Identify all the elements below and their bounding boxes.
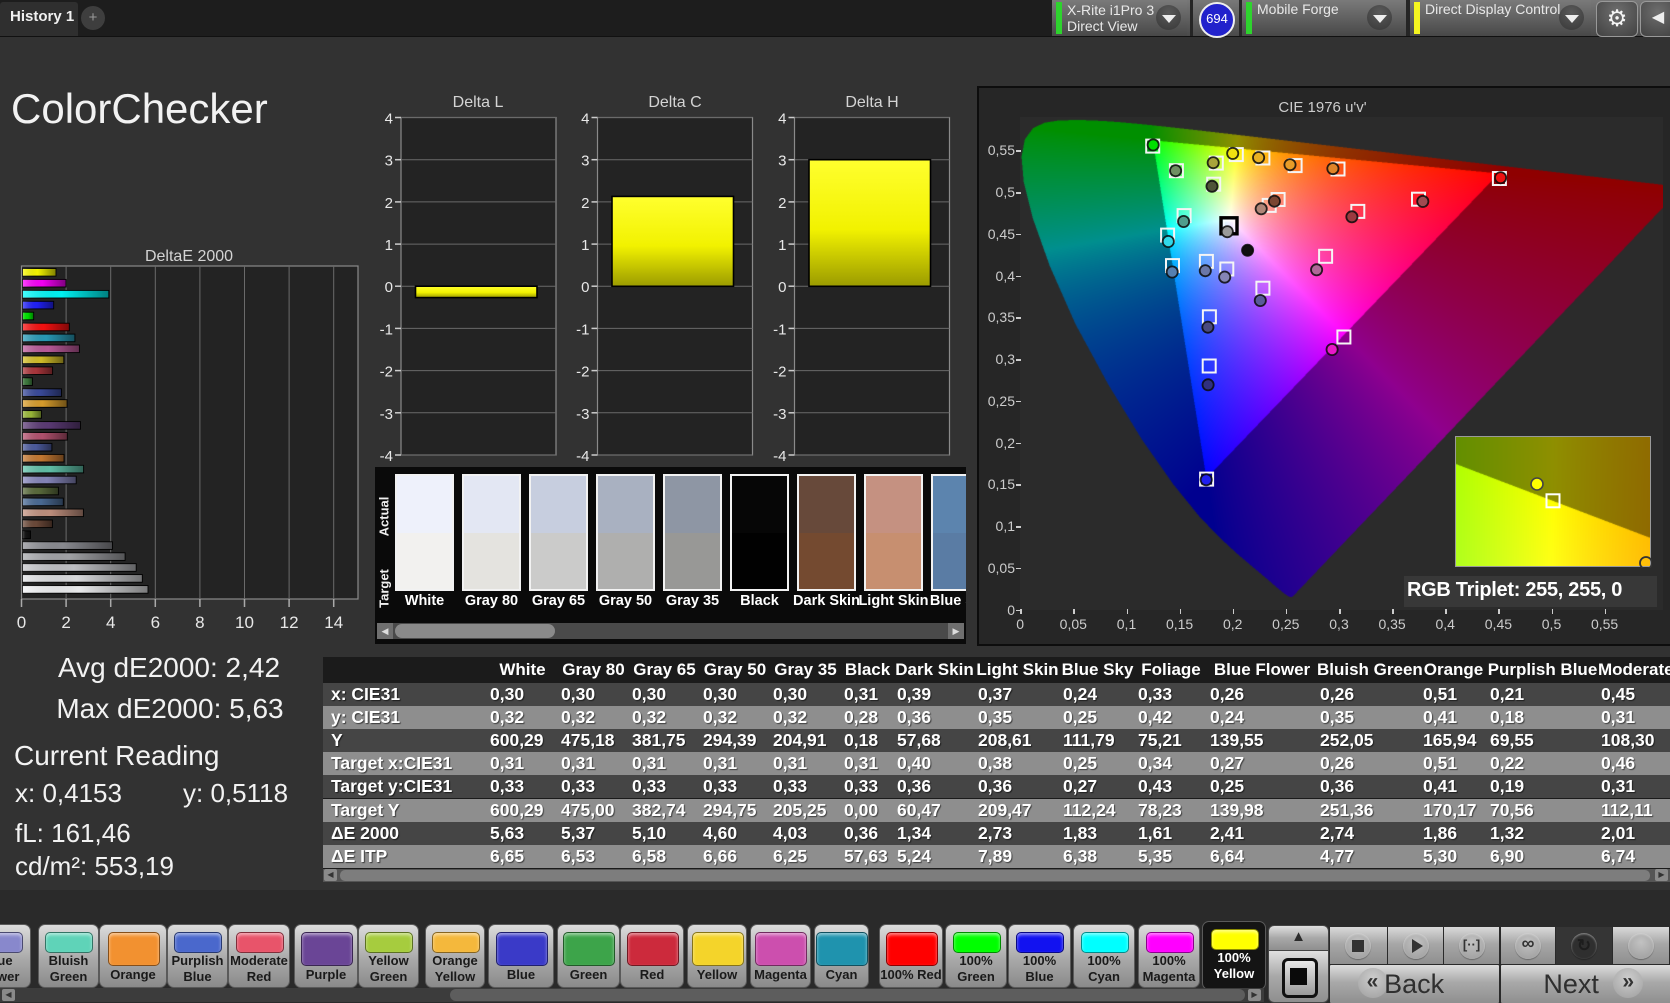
svg-text:-1: -1 [576,321,589,338]
svg-text:4: 4 [581,111,589,128]
svg-text:Delta C: Delta C [648,94,701,111]
svg-text:DeltaE 2000: DeltaE 2000 [145,248,233,265]
svg-text:0: 0 [385,279,393,296]
svg-text:4: 4 [106,613,115,632]
svg-text:8: 8 [195,613,204,632]
svg-text:0: 0 [17,613,26,632]
svg-text:2: 2 [385,195,393,212]
svg-text:-2: -2 [380,364,393,381]
svg-text:Delta L: Delta L [453,94,504,111]
svg-text:-3: -3 [773,406,786,423]
svg-text:-4: -4 [380,448,393,465]
svg-text:10: 10 [235,613,254,632]
svg-text:Delta H: Delta H [845,94,898,111]
svg-text:-3: -3 [380,406,393,423]
svg-text:3: 3 [778,153,786,170]
svg-text:2: 2 [778,195,786,212]
svg-text:-1: -1 [380,321,393,338]
svg-text:-2: -2 [576,364,589,381]
svg-text:6: 6 [151,613,160,632]
svg-text:3: 3 [385,153,393,170]
svg-text:4: 4 [385,111,393,128]
svg-text:2: 2 [61,613,70,632]
svg-text:12: 12 [280,613,299,632]
svg-text:4: 4 [778,111,786,128]
svg-text:-4: -4 [773,448,786,465]
svg-text:0: 0 [581,279,589,296]
svg-text:2: 2 [581,195,589,212]
svg-text:0: 0 [778,279,786,296]
svg-text:-2: -2 [773,364,786,381]
svg-text:14: 14 [324,613,343,632]
svg-text:-4: -4 [576,448,589,465]
svg-text:-3: -3 [576,406,589,423]
svg-text:1: 1 [778,237,786,254]
svg-text:-1: -1 [773,321,786,338]
svg-text:1: 1 [581,237,589,254]
svg-text:1: 1 [385,237,393,254]
svg-text:3: 3 [581,153,589,170]
